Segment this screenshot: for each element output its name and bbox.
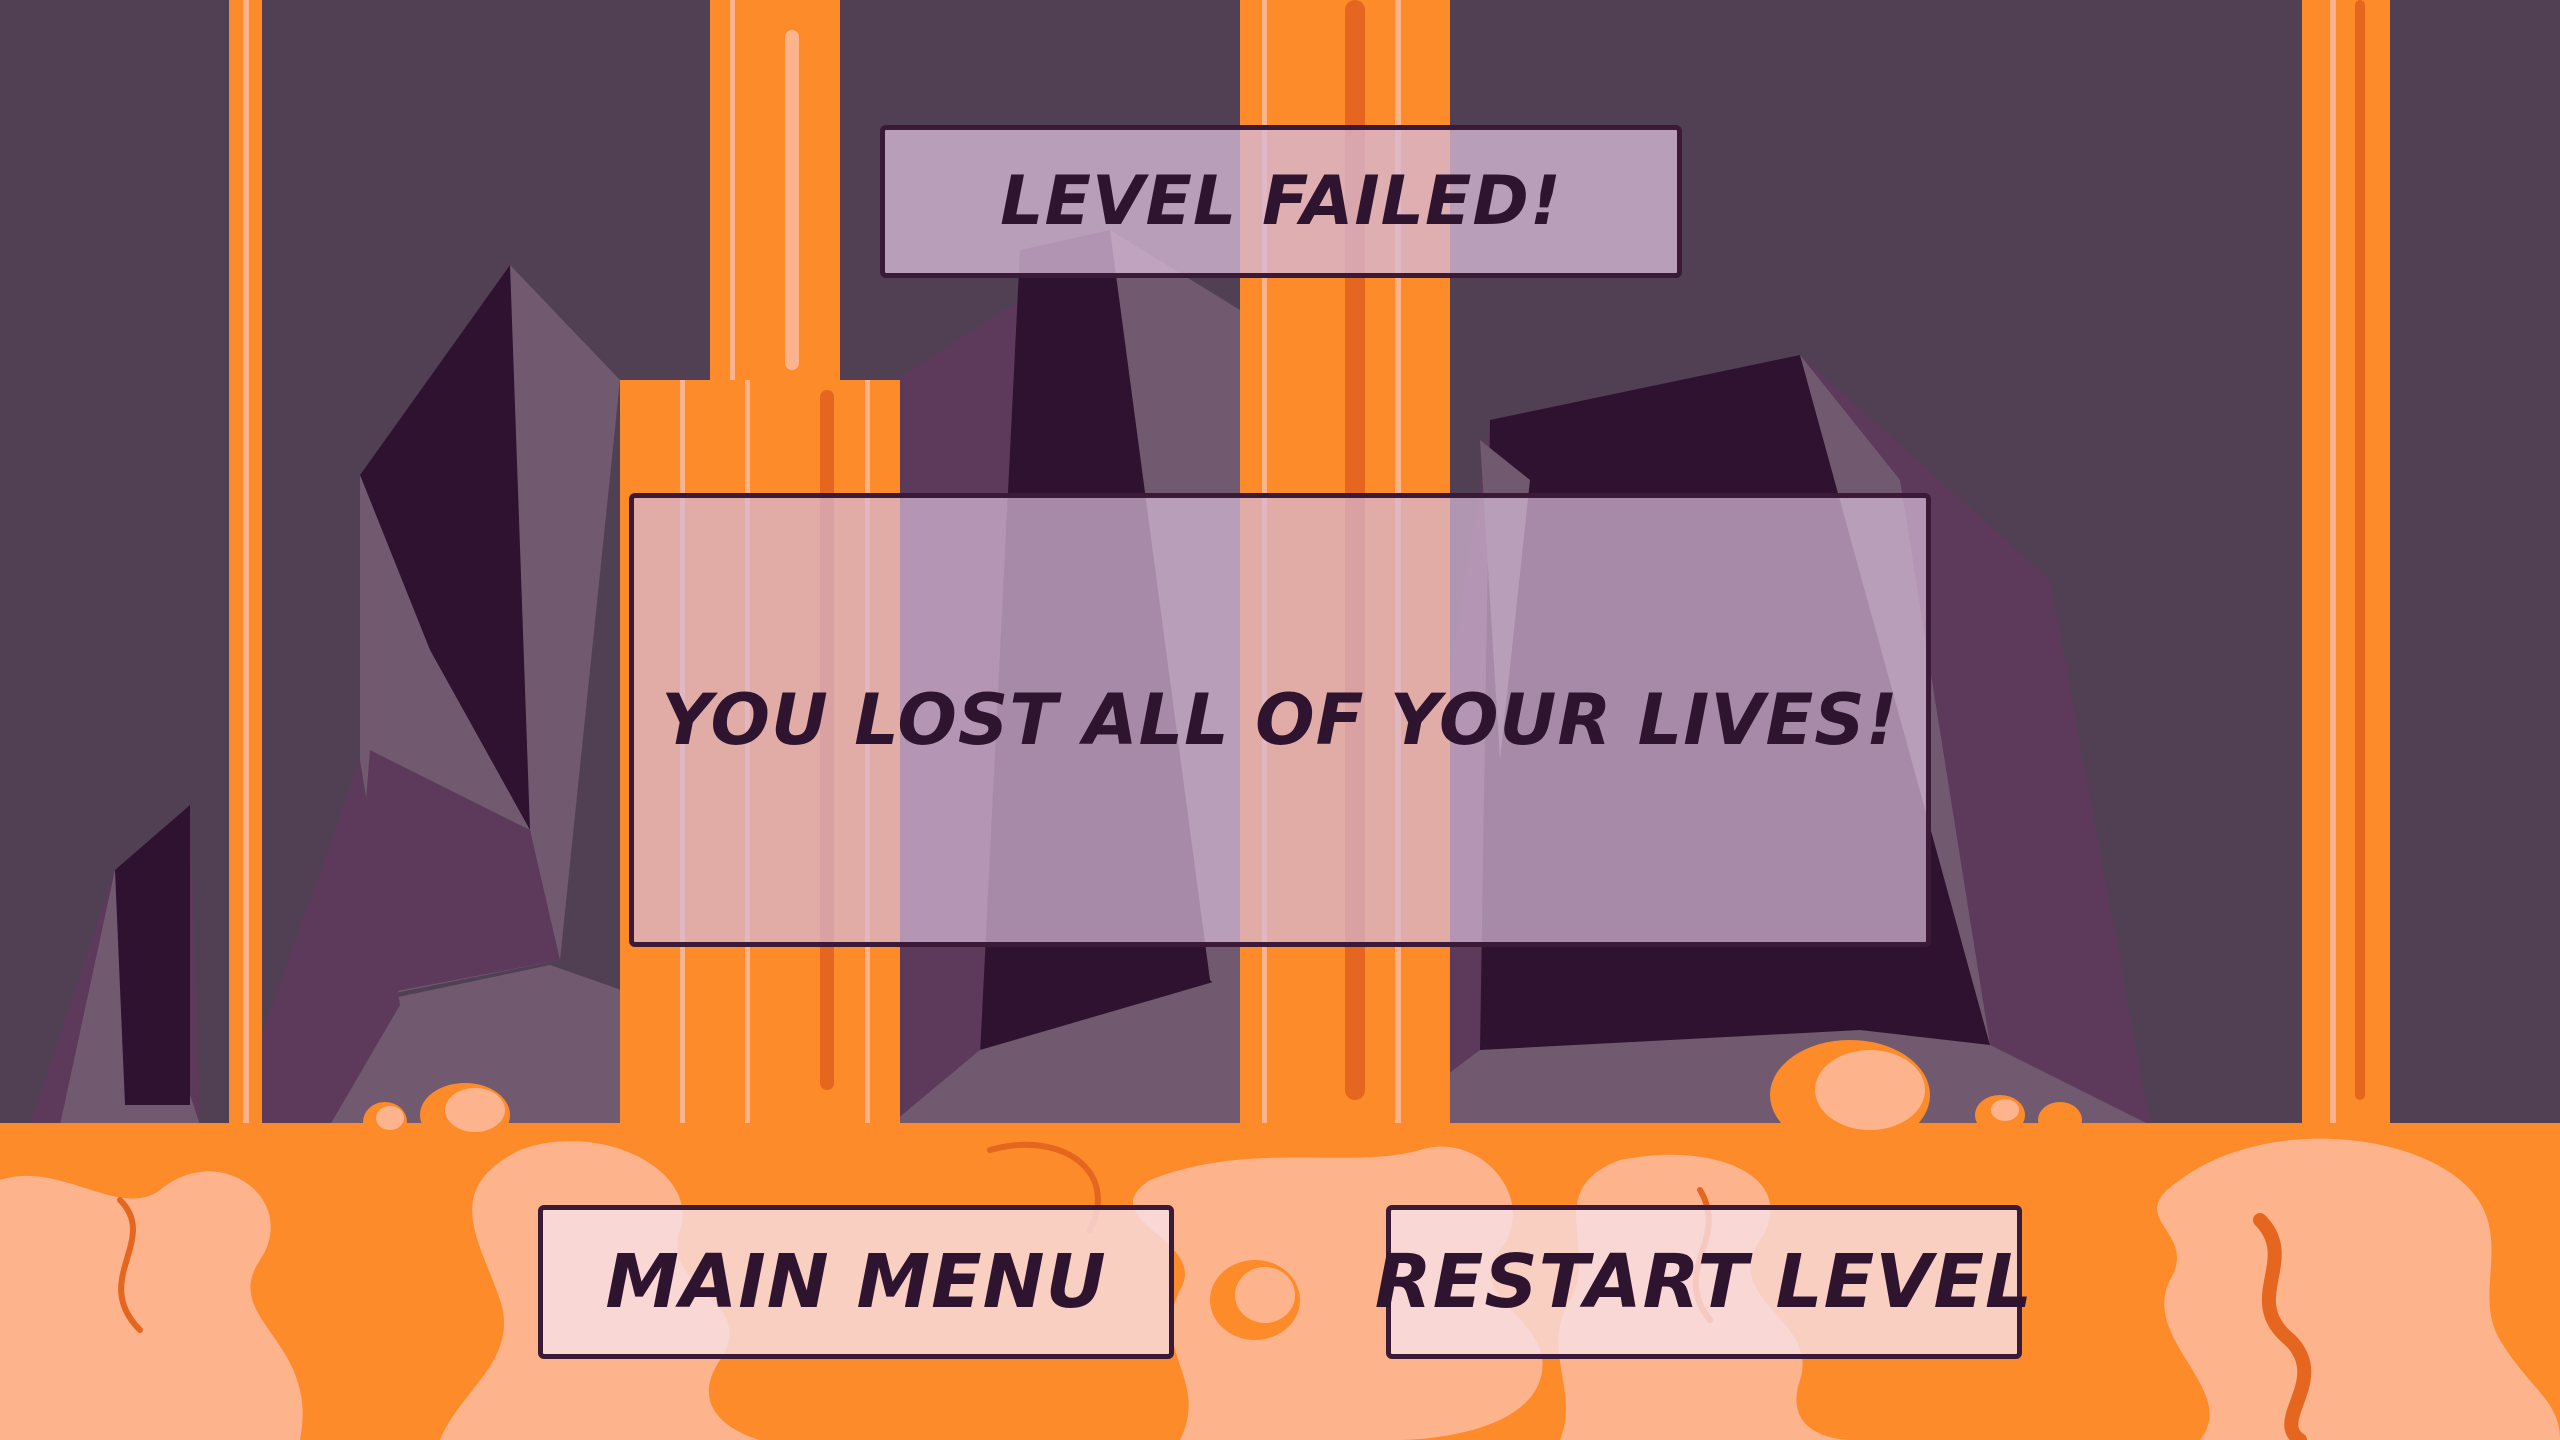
level-failed-title: LEVEL FAILED! bbox=[1000, 162, 1562, 241]
lava-fall-1 bbox=[229, 0, 262, 1130]
main-menu-button[interactable]: MAIN MENU bbox=[538, 1205, 1174, 1359]
game-scene: LEVEL FAILED! YOU LOST ALL OF YOUR LIVES… bbox=[0, 0, 2560, 1440]
lives-lost-message: YOU LOST ALL OF YOUR LIVES! bbox=[661, 679, 1899, 761]
restart-level-button-label: RESTART LEVEL bbox=[1374, 1239, 2034, 1325]
main-menu-button-label: MAIN MENU bbox=[605, 1239, 1107, 1325]
level-failed-title-panel: LEVEL FAILED! bbox=[880, 125, 1682, 278]
lives-lost-message-panel: YOU LOST ALL OF YOUR LIVES! bbox=[629, 493, 1931, 947]
restart-level-button[interactable]: RESTART LEVEL bbox=[1375, 1205, 2032, 1359]
lava-fall-4 bbox=[2302, 0, 2390, 1130]
